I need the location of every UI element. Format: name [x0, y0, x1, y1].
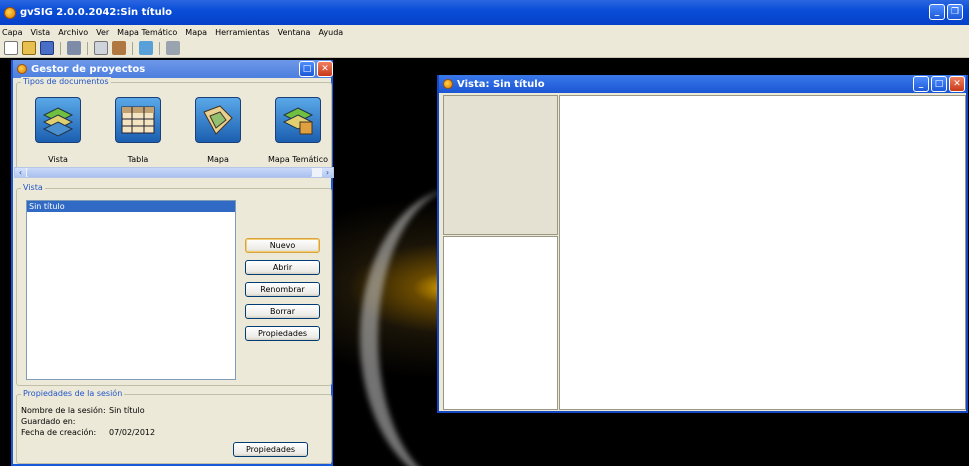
map-canvas[interactable] [559, 95, 966, 410]
car-icon[interactable] [166, 41, 180, 55]
menu-vista[interactable]: Vista [30, 28, 50, 37]
new-project-icon[interactable] [4, 41, 18, 55]
doc-type-tabla[interactable]: Tabla [103, 97, 173, 164]
vista-window-controls: _ □ ✕ [913, 76, 965, 92]
app-title: gvSIG 2.0.0.2042:Sin título [20, 7, 173, 18]
restore-icon[interactable]: ❐ [947, 4, 963, 20]
comment-icon[interactable] [67, 41, 81, 55]
list-item[interactable]: Sin título [27, 201, 235, 212]
scroll-right-icon[interactable]: › [322, 168, 333, 177]
document-types-group: Tipos de documentos Vista Tabla Mapa Map… [16, 77, 333, 178]
tools-icon[interactable] [112, 41, 126, 55]
project-manager-title-bar[interactable]: Gestor de proyectos □ ✕ [13, 60, 333, 78]
close-icon[interactable]: ✕ [317, 61, 333, 77]
save-project-icon[interactable] [40, 41, 54, 55]
session-created-label: Fecha de creación: [21, 428, 97, 437]
toolbar-separator [87, 41, 88, 55]
session-name-label: Nombre de la sesión: [21, 406, 106, 415]
doc-type-label: Mapa [207, 155, 229, 164]
vista-window-title: Vista: Sin título [457, 78, 545, 90]
project-manager-title: Gestor de proyectos [31, 63, 146, 75]
menu-ventana[interactable]: Ventana [278, 28, 311, 37]
project-manager-window: Gestor de proyectos □ ✕ Tipos de documen… [11, 60, 334, 466]
session-saved-label: Guardado en: [21, 417, 76, 426]
menu-bar: Capa Vista Archivo Ver Mapa Temático Map… [0, 25, 969, 39]
calculator-icon[interactable] [94, 41, 108, 55]
delete-button[interactable]: Borrar [245, 304, 320, 319]
menu-herramientas[interactable]: Herramientas [215, 28, 270, 37]
gvsig-logo-icon [443, 79, 453, 89]
toolbar-separator [159, 41, 160, 55]
menu-archivo[interactable]: Archivo [58, 28, 88, 37]
maximize-icon[interactable]: □ [299, 61, 315, 77]
vista-title-bar[interactable]: Vista: Sin título _ □ ✕ [439, 75, 966, 93]
doc-type-label: Mapa Temático [267, 155, 329, 164]
doc-type-label: Tabla [127, 155, 149, 164]
gvsig-logo-icon [4, 6, 16, 19]
add-layer-icon[interactable] [139, 41, 153, 55]
vista-group-label: Vista [21, 183, 45, 192]
app-window-controls: _ ❐ [929, 4, 963, 20]
menu-capa[interactable]: Capa [2, 28, 22, 37]
gvsig-logo-icon [17, 64, 27, 74]
menu-mapa-tematico[interactable]: Mapa Temático [117, 28, 177, 37]
menu-ver[interactable]: Ver [96, 28, 109, 37]
properties-button[interactable]: Propiedades [245, 326, 320, 341]
document-types-label: Tipos de documentos [21, 77, 111, 86]
toolbar-separator [60, 41, 61, 55]
menu-mapa[interactable]: Mapa [185, 28, 207, 37]
session-properties-label: Propiedades de la sesión [21, 389, 125, 398]
scroll-left-icon[interactable]: ‹ [15, 168, 26, 177]
doc-type-mapa[interactable]: Mapa [183, 97, 253, 164]
toolbar [0, 39, 969, 58]
session-name-value: Sin título [109, 406, 145, 415]
maximize-icon[interactable]: □ [931, 76, 947, 92]
scroll-thumb[interactable] [27, 168, 312, 177]
thematic-map-doc-icon [275, 97, 321, 143]
app-title-bar[interactable]: gvSIG 2.0.0.2042:Sin título _ ❐ [0, 0, 969, 25]
session-created-row: Fecha de creación: 07/02/2012 [21, 428, 155, 437]
vista-doc-icon [35, 97, 81, 143]
vista-document-list[interactable]: Sin título [26, 200, 236, 380]
open-button[interactable]: Abrir [245, 260, 320, 275]
table-of-contents-panel[interactable] [443, 95, 558, 235]
doc-type-label: Vista [48, 155, 68, 164]
minimize-icon[interactable]: _ [913, 76, 929, 92]
session-created-value: 07/02/2012 [109, 428, 156, 437]
new-button[interactable]: Nuevo [245, 238, 320, 253]
table-doc-icon [115, 97, 161, 143]
close-icon[interactable]: ✕ [949, 76, 965, 92]
open-project-icon[interactable] [22, 41, 36, 55]
vista-window: Vista: Sin título _ □ ✕ [437, 75, 968, 413]
session-saved-row: Guardado en: [21, 417, 76, 426]
locator-map-panel[interactable] [443, 236, 558, 410]
rename-button[interactable]: Renombrar [245, 282, 320, 297]
menu-ayuda[interactable]: Ayuda [318, 28, 343, 37]
map-doc-icon [195, 97, 241, 143]
pm-window-controls: □ ✕ [299, 61, 333, 77]
toolbar-separator [132, 41, 133, 55]
doc-types-scrollbar[interactable]: ‹ › [14, 167, 334, 178]
doc-type-vista[interactable]: Vista [23, 97, 93, 164]
minimize-icon[interactable]: _ [929, 4, 945, 20]
doc-type-mapa-tematico[interactable]: Mapa Temático [263, 97, 333, 164]
session-name-row: Nombre de la sesión: Sin título [21, 406, 145, 415]
session-properties-button[interactable]: Propiedades [233, 442, 308, 457]
